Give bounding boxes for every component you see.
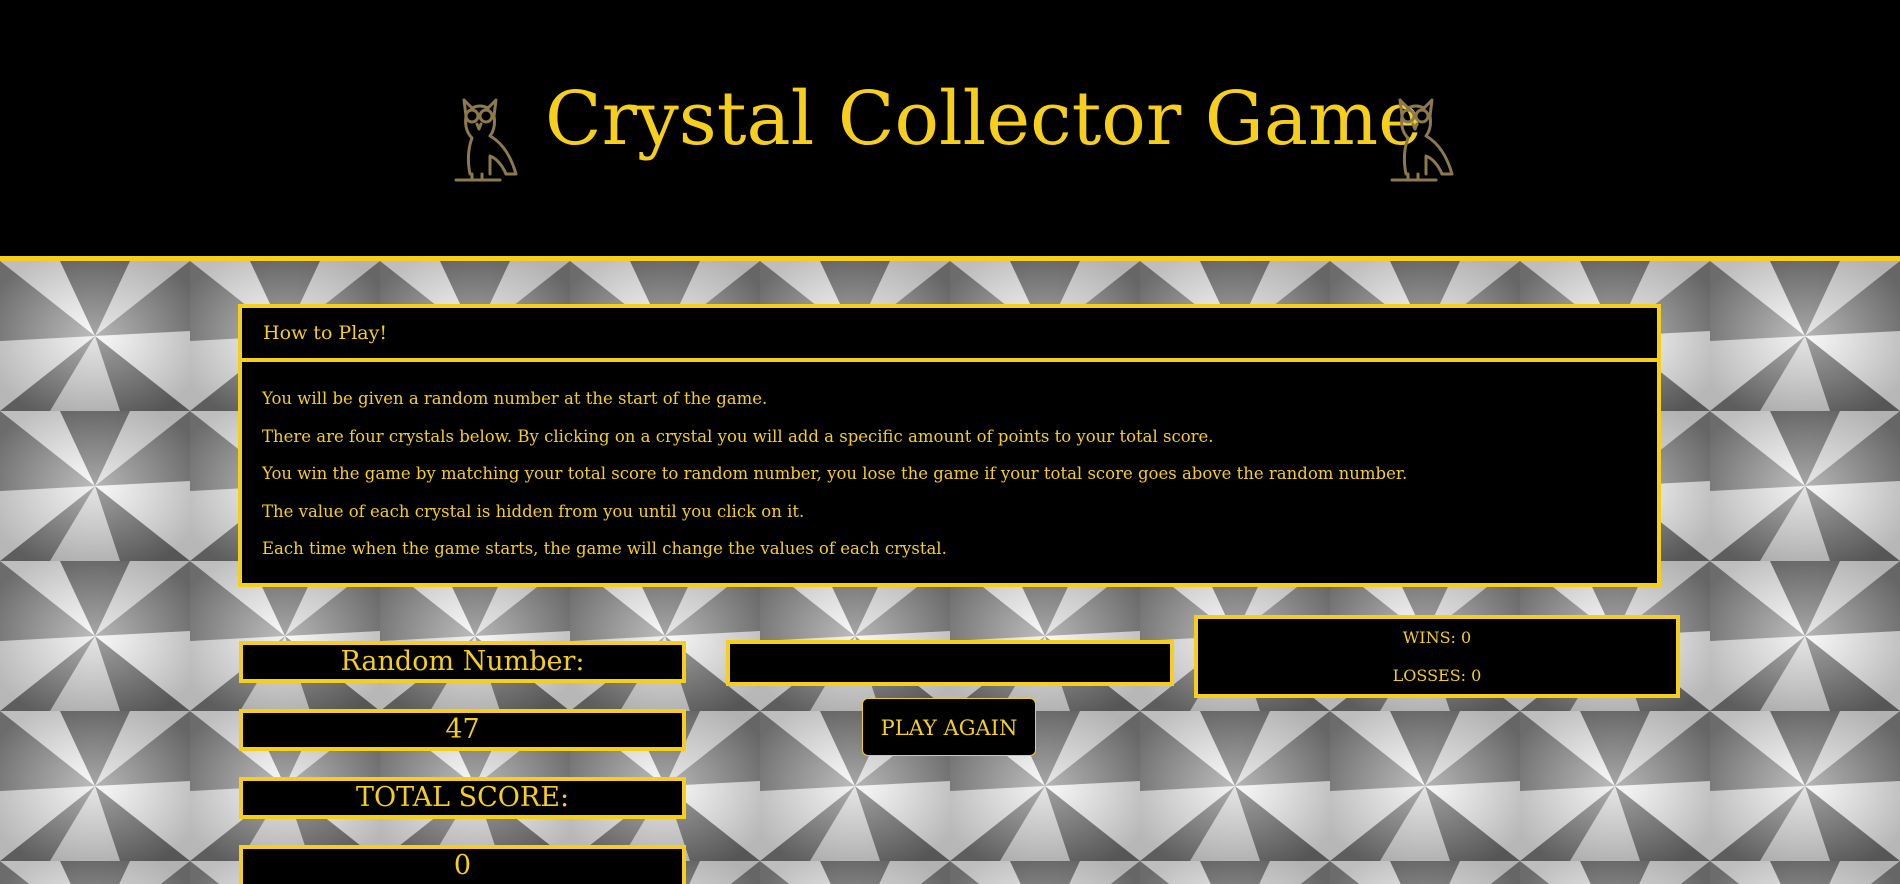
instruction-line: There are four crystals below. By clicki… [262,426,1214,446]
instruction-line: You win the game by matching your total … [262,464,1408,483]
play-again-button[interactable]: PLAY AGAIN [862,698,1036,756]
random-number-value: 47 [239,709,686,751]
instruction-line: You will be given a random number at the… [262,389,768,408]
instruction-line: Each time when the game starts, the game… [262,539,947,558]
owl-icon [1390,98,1454,182]
how-to-play-panel: How to Play! You will be given a random … [238,304,1661,587]
page-header: Crystal Collector Game [0,0,1900,261]
game-message-bar [726,640,1174,686]
how-to-play-body: You will be given a random number at the… [262,380,1637,568]
instruction-line: The value of each crystal is hidden from… [262,501,805,521]
owl-icon [454,98,518,182]
how-to-play-heading: How to Play! [242,308,1657,362]
random-number-label: Random Number: [239,641,686,683]
stats-box: WINS: 0 LOSSES: 0 [1194,615,1680,698]
page-title: Crystal Collector Game [545,76,1422,162]
total-score-value: 0 [239,845,686,884]
total-score-label: TOTAL SCORE: [239,777,686,819]
wins-count: WINS: 0 [1402,628,1472,647]
losses-count: LOSSES: 0 [1392,666,1482,685]
